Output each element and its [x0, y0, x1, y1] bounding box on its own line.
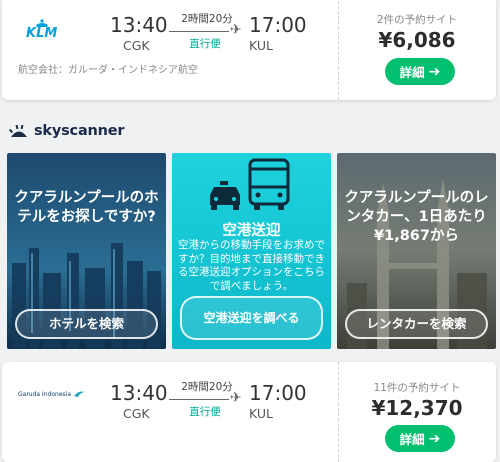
direct-flight-label: 直行便: [189, 406, 221, 418]
skyscanner-brand-text: skyscanner: [34, 123, 125, 139]
search-transfers-button[interactable]: 空港送迎を調べる: [180, 296, 323, 340]
airport-transfer-title: 空港送迎: [222, 223, 281, 239]
price: ¥6,086: [378, 28, 456, 52]
garuda-bird-icon: [74, 391, 85, 397]
arrow-right-icon: ➔: [428, 63, 441, 80]
hotel-promo-panel[interactable]: クアラルンプールのホテルをお探しですか? ホテルを検索: [7, 153, 166, 349]
arrival-code: KUL: [249, 406, 273, 421]
details-button-label: 詳細: [399, 432, 425, 447]
airport-transfer-panel[interactable]: 空港送迎 空港からの移動手段をお求めですか？目的地まで直接移動できる空港送迎オプ…: [172, 153, 331, 349]
car-rental-promo-text: クアラルンプールのレンタカー、1日あたり¥1,867から: [344, 190, 489, 244]
flight-card-1[interactable]: KLM 13:40 CGK 2時間20分 ✈ 直行便 17:00 KUL 航空会…: [2, 0, 496, 100]
details-button-label: 詳細: [399, 65, 425, 80]
arrival-time: 17:00: [249, 13, 307, 37]
garuda-logo-text: Garuda Indonesia: [18, 390, 72, 398]
departure-code: CGK: [123, 38, 150, 53]
search-car-rental-button[interactable]: レンタカーを検索: [345, 309, 488, 339]
arrival-code: KUL: [249, 38, 273, 53]
skyscanner-logo: skyscanner: [8, 121, 125, 141]
price: ¥12,370: [371, 396, 463, 420]
skyscanner-sun-icon: [8, 124, 27, 137]
details-button[interactable]: 詳細 ➔: [385, 58, 455, 85]
departure-time: 13:40: [110, 13, 168, 37]
klm-logo-text: KLM: [26, 26, 58, 41]
route-line: [169, 31, 229, 32]
klm-logo: KLM: [24, 18, 60, 41]
arrival-time: 17:00: [249, 381, 307, 405]
departure-code: CGK: [123, 406, 150, 421]
arrow-right-icon: ➔: [428, 430, 441, 447]
operated-by-note: 航空会社：ガルーダ・インドネシア航空: [18, 65, 198, 76]
hotel-promo-text: クアラルンプールのホテルをお探しですか?: [14, 190, 159, 225]
direct-flight-label: 直行便: [189, 38, 221, 50]
card-divider: [338, 0, 339, 100]
route-line: [169, 399, 229, 400]
taxi-bus-icon: [210, 158, 290, 210]
flight-card-2[interactable]: Garuda Indonesia 13:40 CGK 2時間20分 ✈ 直行便 …: [2, 362, 496, 462]
garuda-indonesia-logo: Garuda Indonesia: [18, 390, 85, 398]
details-button[interactable]: 詳細 ➔: [385, 425, 455, 452]
booking-sites-count: 2件の予約サイト: [376, 14, 458, 26]
card-divider: [338, 362, 339, 462]
airport-transfer-desc: 空港からの移動手段をお求めですか？目的地まで直接移動できる空港送迎オプションをこ…: [178, 239, 325, 292]
car-rental-panel[interactable]: クアラルンプールのレンタカー、1日あたり¥1,867から レンタカーを検索: [337, 153, 496, 349]
booking-sites-count: 11件の予約サイト: [373, 382, 461, 394]
departure-time: 13:40: [110, 381, 168, 405]
search-hotels-button[interactable]: ホテルを検索: [15, 309, 158, 339]
